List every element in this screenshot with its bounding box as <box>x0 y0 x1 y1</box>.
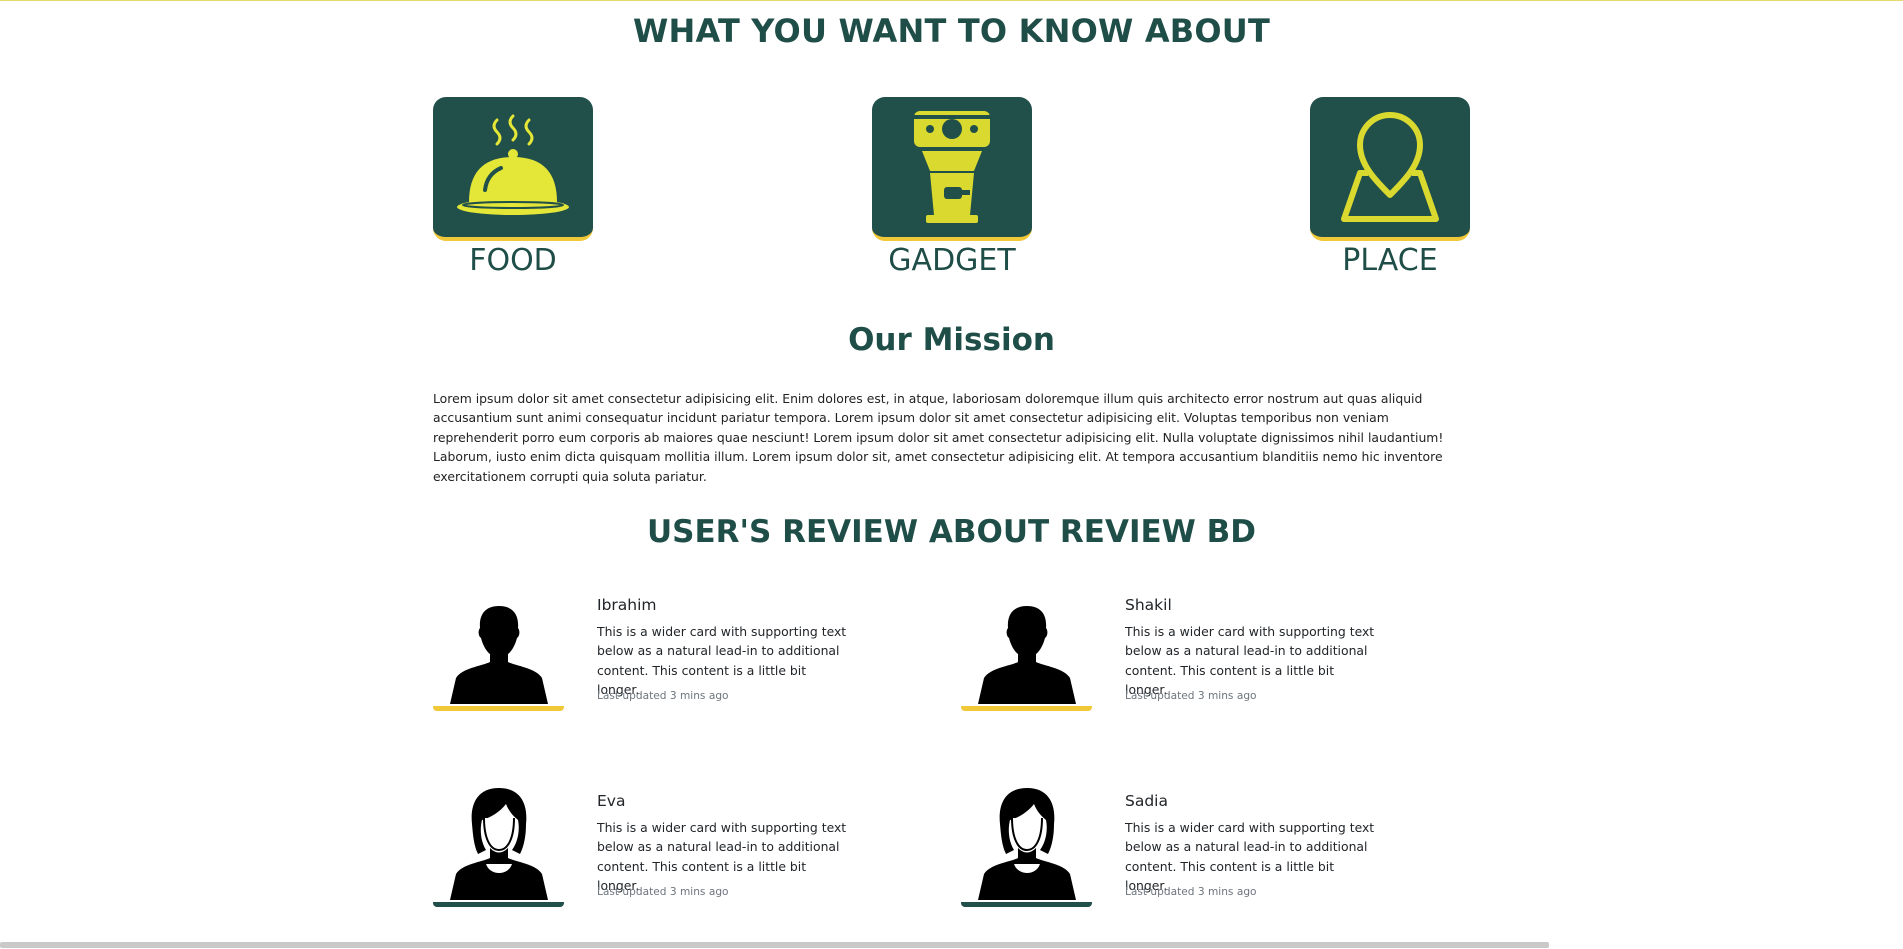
male-silhouette-icon <box>977 606 1076 704</box>
review-text: This is a wider card with supporting tex… <box>597 624 847 698</box>
reviewer-name: Sadia <box>1125 792 1168 810</box>
top-divider <box>0 0 1903 1</box>
review-text: This is a wider card with supporting tex… <box>597 820 847 894</box>
category-label-food[interactable]: FOOD <box>433 243 593 279</box>
category-place[interactable]: PLACE <box>1310 97 1470 279</box>
know-about-title: WHAT YOU WANT TO KNOW ABOUT <box>632 12 1271 50</box>
place-pin-icon <box>1341 112 1439 222</box>
female-silhouette-icon <box>977 788 1076 900</box>
food-cloche-icon <box>457 114 569 215</box>
reviews-title: USER'S REVIEW ABOUT REVIEW BD <box>646 514 1257 550</box>
review-text: This is a wider card with supporting tex… <box>1125 624 1375 698</box>
gadget-machine-icon <box>914 111 990 223</box>
male-avatar <box>433 586 564 711</box>
female-silhouette-icon <box>449 788 548 900</box>
gadget-icon-box[interactable] <box>872 97 1032 241</box>
category-gadget[interactable]: GADGET <box>872 97 1032 279</box>
review-text: This is a wider card with supporting tex… <box>1125 820 1375 894</box>
review-updated: Last updated 3 mins ago <box>1125 690 1257 702</box>
place-icon-box[interactable] <box>1310 97 1470 241</box>
reviewer-name: Ibrahim <box>597 596 657 614</box>
review-updated: Last updated 3 mins ago <box>597 690 729 702</box>
food-icon-box[interactable] <box>433 97 593 241</box>
reviewer-name: Shakil <box>1125 596 1172 614</box>
female-avatar <box>433 782 564 907</box>
review-card: Shakil This is a wider card with support… <box>961 586 1441 716</box>
review-updated: Last updated 3 mins ago <box>597 886 729 898</box>
male-silhouette-icon <box>449 606 548 704</box>
category-label-gadget[interactable]: GADGET <box>872 243 1032 279</box>
reviewer-name: Eva <box>597 792 626 810</box>
review-card: Sadia This is a wider card with supporti… <box>961 782 1441 912</box>
category-food[interactable]: FOOD <box>433 97 593 279</box>
male-avatar <box>961 586 1092 711</box>
mission-text: Lorem ipsum dolor sit amet consectetur a… <box>433 391 1444 484</box>
review-card: Eva This is a wider card with supporting… <box>433 782 913 912</box>
review-card: Ibrahim This is a wider card with suppor… <box>433 586 913 716</box>
mission-title: Our Mission <box>848 322 1055 358</box>
category-label-place[interactable]: PLACE <box>1310 243 1470 279</box>
review-updated: Last updated 3 mins ago <box>1125 886 1257 898</box>
female-avatar <box>961 782 1092 907</box>
horizontal-scrollbar[interactable] <box>0 942 1549 948</box>
